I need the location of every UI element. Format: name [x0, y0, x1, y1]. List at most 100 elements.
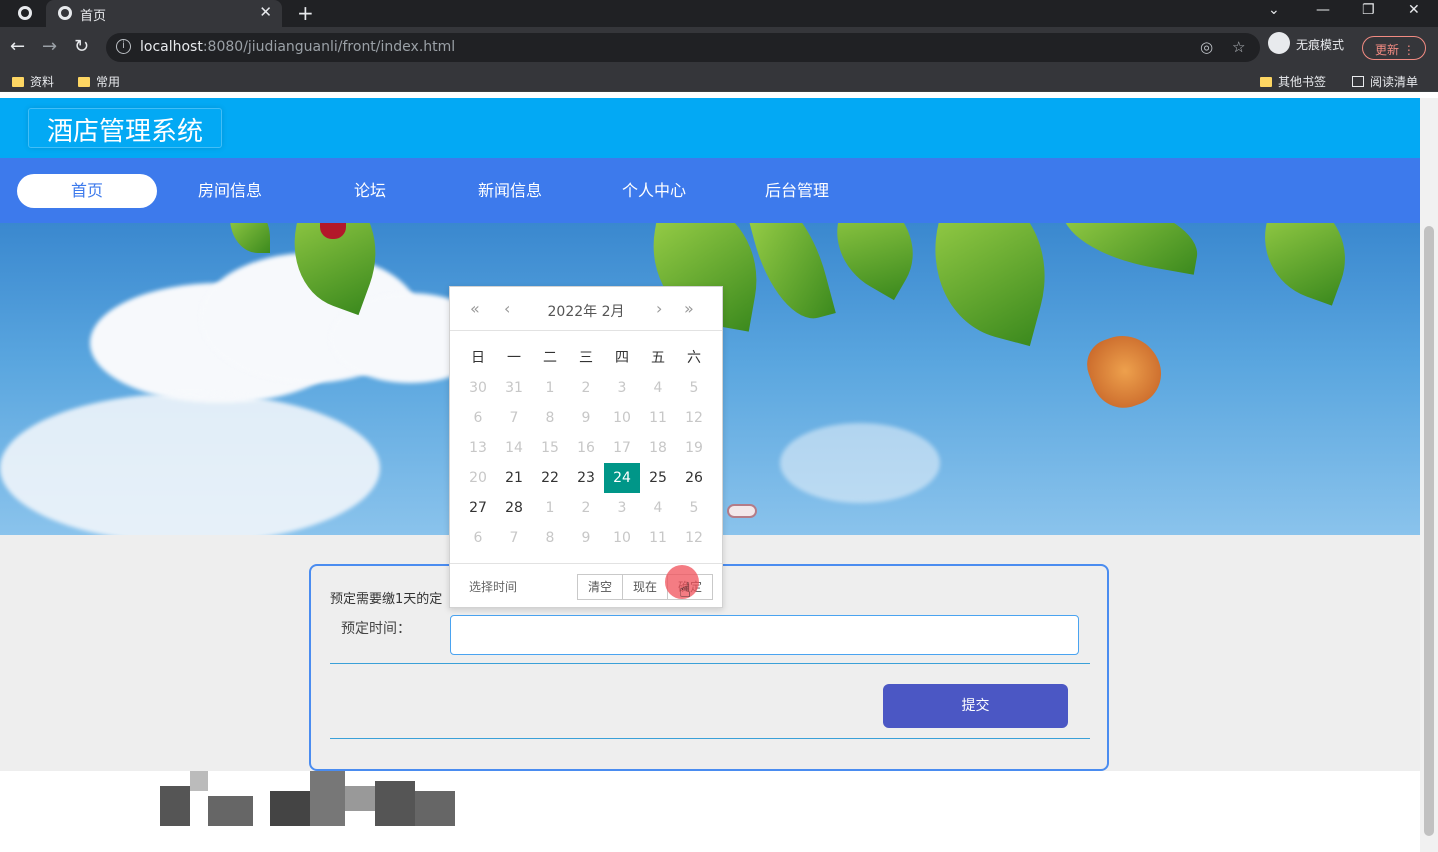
tab-search-icon[interactable]: ⌄	[1268, 2, 1280, 18]
browser-tab[interactable]: 首页 ✕	[46, 0, 282, 27]
next-month-icon[interactable]: ›	[656, 299, 662, 318]
calendar-day: 3	[617, 500, 627, 516]
calendar-day: 30	[469, 380, 487, 396]
calendar-day: 7	[509, 530, 519, 546]
other-bookmarks[interactable]: 其他书签	[1260, 73, 1326, 90]
current-year-month[interactable]: 2022年 2月	[450, 301, 722, 321]
calendar-day: 13	[469, 440, 487, 456]
reading-list[interactable]: 阅读清单	[1352, 73, 1418, 90]
now-button[interactable]: 现在	[622, 574, 669, 600]
nav-rooms[interactable]: 房间信息	[180, 174, 280, 208]
incognito-indicator[interactable]: 无痕模式	[1268, 31, 1344, 54]
forward-icon[interactable]: →	[42, 36, 57, 57]
bookmark-star-icon[interactable]: ☆	[1232, 38, 1245, 56]
calendar-day: 11	[649, 530, 667, 546]
weekday-header: 日	[471, 350, 485, 366]
calendar-day: 20	[469, 470, 487, 486]
calendar-day[interactable]: 28	[496, 493, 532, 523]
calendar-day: 4	[653, 380, 663, 396]
site-logo[interactable]: 酒店管理系统	[28, 108, 223, 148]
calendar-day: 1	[545, 380, 555, 396]
booking-date-input[interactable]	[450, 615, 1079, 655]
calendar-day[interactable]: 21	[496, 463, 532, 493]
new-tab-button[interactable]: +	[297, 1, 314, 25]
calendar-day: 8	[545, 410, 555, 426]
window-close-icon[interactable]: ✕	[1408, 2, 1420, 18]
scrollbar-thumb[interactable]	[1424, 226, 1434, 836]
main-nav: 首页 房间信息 论坛 新闻信息 个人中心 后台管理	[0, 158, 1420, 223]
butterfly-icon	[1079, 325, 1171, 417]
weekday-header: 二	[543, 350, 557, 366]
page-scrollbar[interactable]	[1420, 98, 1438, 852]
reading-list-icon	[1352, 76, 1364, 87]
calendar-day: 5	[689, 380, 699, 396]
bookmark-folder-changyong[interactable]: 常用	[78, 73, 120, 90]
calendar-day[interactable]: 27	[460, 493, 496, 523]
date-label: 预定时间：	[341, 621, 411, 637]
calendar-day[interactable]: 23	[568, 463, 604, 493]
hand-cursor-icon: ☝	[679, 578, 692, 602]
calendar-day[interactable]: 22	[532, 463, 568, 493]
calendar-day: 7	[509, 410, 519, 426]
calendar-day: 8	[545, 530, 555, 546]
date-picker-popup: « ‹ 2022年 2月 › » 日一二三四五六 30 31 1 2 3 4 5 6 7 8 9 10 1…	[449, 286, 723, 608]
browser-toolbar: ← → ↻ i localhost:8080/jiudianguanli/fro…	[0, 27, 1438, 68]
calendar-day: 15	[541, 440, 559, 456]
calendar-day: 1	[545, 500, 555, 516]
calendar-day: 10	[613, 410, 631, 426]
calendar-day: 12	[685, 410, 703, 426]
calendar-day[interactable]: 26	[676, 463, 712, 493]
bookmark-folder-ziliao[interactable]: 资料	[12, 73, 54, 90]
calendar-day: 5	[689, 500, 699, 516]
calendar-day: 11	[649, 410, 667, 426]
weekday-header: 五	[651, 350, 665, 366]
folder-icon	[12, 77, 24, 87]
calendar-day: 9	[581, 410, 591, 426]
calendar-day: 2	[581, 500, 591, 516]
weekday-header: 六	[687, 350, 701, 366]
nav-personal-center[interactable]: 个人中心	[604, 174, 704, 208]
calendar-day[interactable]: 25	[640, 463, 676, 493]
reload-icon[interactable]: ↻	[74, 36, 89, 57]
weekday-header: 三	[579, 350, 593, 366]
restore-icon[interactable]: ❐	[1362, 2, 1375, 18]
pixelated-footer-text	[160, 771, 460, 831]
carousel-indicator[interactable]	[727, 504, 757, 518]
calendar-day: 3	[617, 380, 627, 396]
select-time-link[interactable]: 选择时间	[469, 578, 517, 595]
site-info-icon[interactable]: i	[116, 39, 131, 54]
calendar-day: 2	[581, 380, 591, 396]
url-text[interactable]: localhost:8080/jiudianguanli/front/index…	[140, 39, 455, 55]
date-picker-header: « ‹ 2022年 2月 › »	[450, 287, 722, 331]
calendar-day: 9	[581, 530, 591, 546]
calendar-day: 19	[685, 440, 703, 456]
back-icon[interactable]: ←	[10, 36, 25, 57]
clear-button[interactable]: 清空	[577, 574, 624, 600]
nav-forum[interactable]: 论坛	[330, 174, 410, 208]
minimize-icon[interactable]: —	[1316, 2, 1330, 18]
calendar-day: 16	[577, 440, 595, 456]
incognito-icon	[1268, 31, 1290, 54]
bookmarks-bar: 资料 常用 其他书签 阅读清单	[0, 68, 1438, 92]
calendar-day: 18	[649, 440, 667, 456]
divider	[330, 663, 1090, 664]
weekday-header: 四	[615, 350, 629, 366]
calendar-day: 12	[685, 530, 703, 546]
globe-icon	[58, 6, 72, 20]
update-button[interactable]: 更新 ⋮	[1362, 36, 1426, 60]
address-bar[interactable]: i localhost:8080/jiudianguanli/front/ind…	[106, 33, 1260, 62]
site-header: 酒店管理系统	[0, 98, 1420, 158]
submit-button[interactable]: 提交	[883, 684, 1068, 728]
close-tab-icon[interactable]: ✕	[259, 3, 272, 21]
tracking-off-icon[interactable]: ◎	[1200, 38, 1213, 56]
calendar-day: 14	[505, 440, 523, 456]
nav-home[interactable]: 首页	[17, 174, 157, 208]
next-year-icon[interactable]: »	[684, 299, 694, 318]
nav-admin[interactable]: 后台管理	[747, 174, 847, 208]
browser-titlebar: 首页 ✕ + ⌄ — ❐ ✕	[0, 0, 1438, 27]
calendar-day-selected[interactable]: 24	[604, 463, 640, 493]
nav-news[interactable]: 新闻信息	[460, 174, 560, 208]
deposit-note: 预定需要缴1天的定	[330, 592, 443, 607]
divider	[330, 738, 1090, 739]
folder-icon	[1260, 77, 1272, 87]
